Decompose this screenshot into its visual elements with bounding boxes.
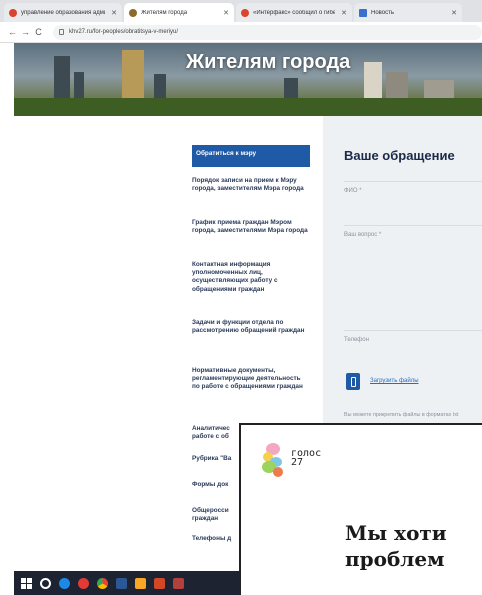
yandex-icon[interactable] bbox=[78, 577, 89, 589]
hero-banner: Жителям города bbox=[14, 43, 482, 116]
upload-icon[interactable] bbox=[346, 373, 360, 390]
windows-icon[interactable] bbox=[21, 577, 32, 589]
browser-tab-strip: управление образования админ ✕ Жителям г… bbox=[0, 0, 482, 22]
sidebar-item-appeal[interactable]: Обратиться к мэру bbox=[192, 145, 310, 167]
sidebar-item-schedule[interactable]: График приема граждан Мэром города, заме… bbox=[192, 219, 310, 247]
close-icon[interactable]: ✕ bbox=[341, 9, 347, 17]
lock-icon bbox=[59, 29, 64, 35]
url-text: khv27.ru/for-peoples/obratitsya-v-meriyu… bbox=[69, 29, 179, 35]
browser-tab[interactable]: «Интерфакс» сообщил о гибели ✕ bbox=[236, 3, 352, 22]
tab-label: Жителям города bbox=[141, 9, 188, 16]
windows-taskbar bbox=[14, 571, 240, 595]
browser-toolbar: ← → C khv27.ru/for-peoples/obratitsya-v-… bbox=[0, 22, 482, 43]
sidebar-item-label: Общеросси bbox=[192, 507, 229, 514]
close-icon[interactable]: ✕ bbox=[223, 9, 229, 17]
headline-line: Мы хоти bbox=[345, 521, 447, 545]
browser-tab-active[interactable]: Жителям города ✕ bbox=[124, 3, 234, 22]
favicon-icon bbox=[129, 8, 137, 17]
word-icon[interactable] bbox=[116, 577, 127, 589]
sidebar-item-tasks[interactable]: Задачи и функции отдела по рассмотрению … bbox=[192, 319, 310, 353]
sidebar-item-label: граждан bbox=[192, 515, 219, 523]
chrome-icon[interactable] bbox=[97, 577, 108, 589]
card-headline: Мы хоти проблем bbox=[345, 520, 447, 572]
back-icon[interactable]: ← bbox=[6, 27, 19, 37]
forward-icon[interactable]: → bbox=[19, 27, 32, 37]
upload-hint: Вы можете прикрепить файлы в форматах tx… bbox=[344, 412, 459, 418]
tab-label: управление образования админ bbox=[21, 9, 106, 16]
tab-label: Новость bbox=[371, 9, 395, 16]
browser-tab[interactable]: управление образования админ ✕ bbox=[4, 3, 122, 22]
favicon-icon bbox=[359, 8, 367, 17]
powerpoint-icon[interactable] bbox=[154, 577, 165, 589]
cortana-icon[interactable] bbox=[40, 577, 51, 589]
golos27-logo-icon bbox=[262, 443, 283, 477]
screenshot: управление образования админ ✕ Жителям г… bbox=[0, 0, 482, 595]
overlay-card: голос 27 Мы хоти проблем bbox=[239, 423, 482, 595]
browser-tab[interactable]: Новость ✕ bbox=[354, 3, 462, 22]
upload-files-link[interactable]: Загрузить файлы bbox=[370, 378, 419, 384]
tab-label: «Интерфакс» сообщил о гибели bbox=[253, 9, 336, 16]
address-bar[interactable]: khv27.ru/for-peoples/obratitsya-v-meriyu… bbox=[53, 24, 482, 40]
sidebar-item-appointment[interactable]: Порядок записи на прием к Мэру города, з… bbox=[192, 177, 310, 205]
form-title: Ваше обращение bbox=[344, 148, 455, 163]
close-icon[interactable]: ✕ bbox=[451, 9, 457, 17]
favicon-icon bbox=[241, 8, 249, 17]
sidebar-item-label: Аналитичес bbox=[192, 425, 230, 432]
logo-text: голос 27 bbox=[291, 449, 321, 468]
sidebar-item-label: работе с об bbox=[192, 433, 229, 441]
favicon-icon bbox=[9, 8, 17, 17]
headline-line: проблем bbox=[345, 547, 445, 571]
logo-line: 27 bbox=[291, 457, 304, 468]
close-icon[interactable]: ✕ bbox=[111, 9, 117, 17]
explorer-icon[interactable] bbox=[135, 577, 146, 589]
reload-icon[interactable]: C bbox=[32, 27, 45, 37]
settings-icon[interactable] bbox=[173, 577, 184, 589]
sidebar-item-contacts[interactable]: Контактная информация уполномоченных лиц… bbox=[192, 261, 310, 305]
sidebar-item-documents[interactable]: Нормативные документы, регламентирующие … bbox=[192, 367, 310, 411]
fio-field[interactable]: ФИО * bbox=[344, 181, 482, 207]
question-field[interactable]: Ваш вопрос * bbox=[344, 225, 482, 309]
page-title: Жителям города bbox=[186, 51, 351, 73]
phone-field[interactable]: Телефон bbox=[344, 330, 482, 354]
edge-icon[interactable] bbox=[59, 577, 70, 589]
